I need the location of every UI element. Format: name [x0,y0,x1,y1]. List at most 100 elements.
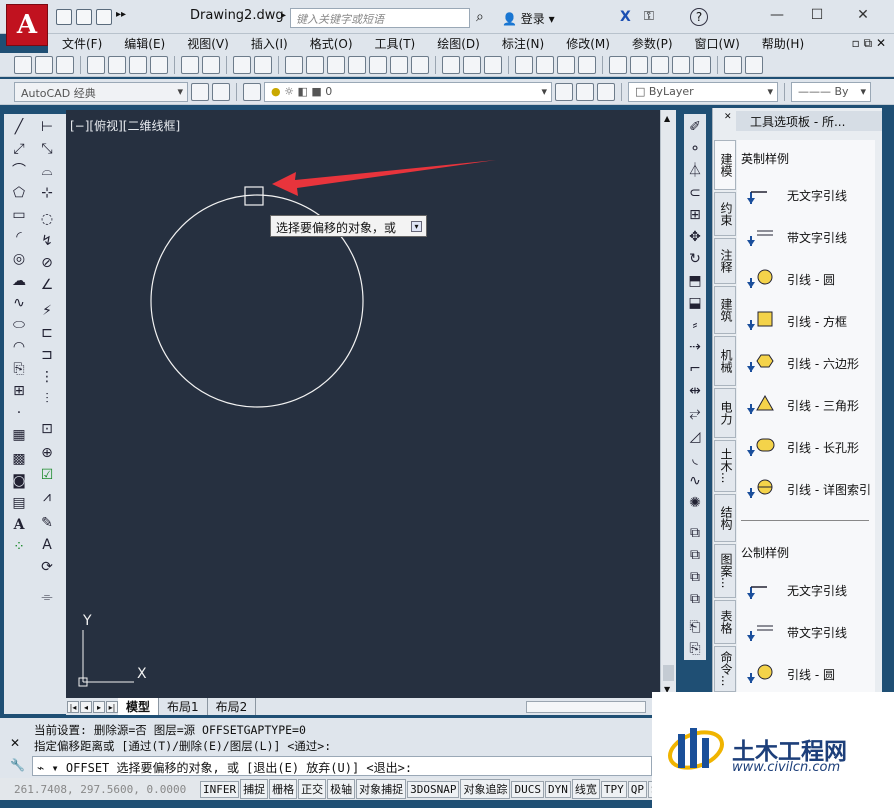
command-input[interactable]: ⌁ ▾ OFFSET 选择要偏移的对象, 或 [退出(E) 放弃(U)] <退出… [32,756,652,776]
command-close-icon[interactable]: ✕ [10,736,20,750]
move-icon[interactable]: ✥ [686,228,704,246]
redo-icon[interactable] [254,55,272,74]
login-button[interactable]: 👤 登录 ▾ [502,10,555,27]
more-icon[interactable]: ▸▸ [116,9,132,25]
palette-tab-constraints[interactable]: 约束 [714,192,736,236]
dim-break-icon[interactable]: ⫶ [38,390,56,408]
status-grid[interactable]: 栅格 [269,779,298,799]
circle-icon[interactable]: ◎ [10,250,28,268]
status-infer[interactable]: INFER [200,780,240,798]
dim-aligned-icon[interactable]: ⤡ [38,140,56,158]
properties-icon[interactable] [327,55,345,74]
block2-icon[interactable] [693,55,711,74]
close-button[interactable]: ✕ [850,4,876,26]
3d-dwf-icon[interactable] [150,55,168,74]
dim-continue-icon[interactable]: ⊐ [38,346,56,364]
palette-tab-tables[interactable]: 表格 [714,600,736,644]
palette-close-icon[interactable]: ✕ [724,112,732,122]
preview-icon[interactable] [108,55,126,74]
autocad-logo[interactable]: A [6,4,48,46]
break-point-icon[interactable]: ⌐ [686,360,704,378]
vertical-scrollbar[interactable]: ▲ ▼ [660,110,676,698]
last-tab-icon[interactable]: ▸| [106,700,118,713]
line-icon[interactable]: ╱ [10,118,28,136]
tolerance-icon[interactable]: ⊡ [38,420,56,438]
design-center-icon[interactable] [348,55,366,74]
rotate-icon[interactable]: ↻ [686,250,704,268]
point-icon[interactable]: · [10,404,28,422]
menu-edit[interactable]: 编辑(E) [113,35,176,52]
spline-icon[interactable]: ∿ [10,294,28,312]
cut-icon[interactable] [609,55,627,74]
plot-icon[interactable] [87,55,105,74]
status-lineweight[interactable]: 线宽 [571,779,600,799]
ellipse-icon[interactable]: ⬭ [10,316,28,334]
menu-modify[interactable]: 修改(M) [555,35,621,52]
menu-format[interactable]: 格式(O) [299,35,364,52]
ellipse-arc-icon[interactable]: ◠ [10,338,28,356]
explode-icon[interactable]: ✺ [686,494,704,512]
layer-previous-icon[interactable] [555,82,573,101]
palette-tab-electrical[interactable]: 电力 [714,388,736,438]
array-icon[interactable]: ⊞ [686,206,704,224]
copy-icon[interactable] [630,55,648,74]
status-qp[interactable]: QP [627,780,647,798]
scroll-up-icon[interactable]: ▲ [664,114,670,123]
layer-state-icon[interactable] [597,82,615,101]
workspace-toggle-icon[interactable] [212,82,230,101]
status-ducs[interactable]: DUCS [511,780,544,798]
fillet-icon[interactable]: ◟ [686,450,704,468]
tool-leader-hexagon[interactable]: 引线 - 六边形 [745,351,875,375]
horizontal-scrollbar[interactable] [526,700,646,713]
first-tab-icon[interactable]: |◂ [67,700,79,713]
next-tab-icon[interactable]: ▸ [93,700,105,713]
layer-iso-icon[interactable] [576,82,594,101]
chamfer-icon[interactable]: ◿ [686,428,704,446]
palette-tab-civil[interactable]: 土木... [714,440,736,492]
offset-icon[interactable]: ⊂ [686,184,704,202]
construction-line-icon[interactable]: ⤢ [10,140,28,158]
blend-icon[interactable]: ∿ [686,472,704,490]
status-3dosnap[interactable]: 3DOSNAP [407,780,460,798]
tool-leader-slot[interactable]: 引线 - 长孔形 [745,435,875,459]
inspect-icon[interactable]: ☑ [38,466,56,484]
menu-draw[interactable]: 绘图(D) [426,35,491,52]
status-osnap[interactable]: 对象捕捉 [356,779,407,799]
minimize-button[interactable]: — [764,4,790,26]
dwf2-icon[interactable] [578,55,596,74]
search-arrow-icon[interactable]: ▸ [281,10,286,21]
hatch-back-icon[interactable]: ⎘ [686,640,704,658]
insert-block-icon[interactable]: ⎘ [10,360,28,378]
dim-arc-icon[interactable]: ⌓ [38,162,56,180]
palette-tab-annotation[interactable]: 注释 [714,238,736,284]
dim-diameter-icon[interactable]: ⊘ [38,254,56,272]
new-icon[interactable] [14,55,32,74]
match2-icon[interactable] [672,55,690,74]
search-input[interactable]: 键入关键字或短语 [290,8,470,28]
dim-space-icon[interactable]: ⋮ [38,368,56,386]
dim-jogged-icon[interactable]: ↯ [38,232,56,250]
open-file-icon[interactable] [76,9,92,25]
open-icon[interactable] [35,55,53,74]
region-icon[interactable]: ◙ [10,472,28,490]
add-selected-icon[interactable]: ⁘ [10,538,28,556]
table-icon[interactable]: ▤ [10,494,28,512]
status-ortho[interactable]: 正交 [298,779,327,799]
dim-ordinate-icon[interactable]: ⊹ [38,184,56,202]
erase-icon[interactable]: ✐ [686,118,704,136]
tool-leader-callout[interactable]: 引线 - 详图索引 [745,477,875,501]
break-icon[interactable]: ⇹ [686,382,704,400]
open2-icon[interactable] [463,55,481,74]
paste-icon[interactable] [651,55,669,74]
scale-icon[interactable]: ⬒ [686,272,704,290]
preview2-icon[interactable] [536,55,554,74]
palette-title[interactable]: 工具选项板 - 所... [736,111,882,131]
help-tool-icon[interactable] [411,55,429,74]
command-settings-icon[interactable]: 🔧 [10,758,25,772]
pan-icon[interactable] [285,55,303,74]
plot2-icon[interactable] [515,55,533,74]
lock-icon[interactable]: ⚿ [644,9,654,24]
status-otrack[interactable]: 对象追踪 [460,779,511,799]
binoculars-icon[interactable]: ⌕ [476,9,484,25]
layer-manager-icon[interactable] [243,82,261,101]
